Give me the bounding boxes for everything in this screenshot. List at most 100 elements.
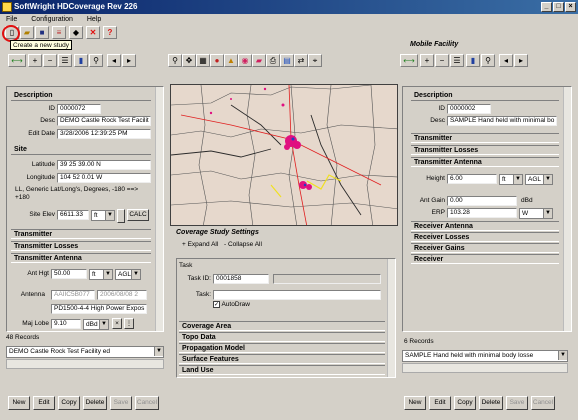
study-settings-scrollbar[interactable] <box>387 259 395 377</box>
mobile-find-icon[interactable]: ⚲ <box>481 54 495 67</box>
desc-field[interactable]: DEMO Castle Rock Test Facilit <box>57 116 151 126</box>
left-record-select[interactable]: DEMO Castle Rock Test Facility ed ▼ <box>6 346 164 358</box>
mobile-remove-icon[interactable]: − <box>435 54 449 67</box>
transmitter-antenna-header[interactable]: Transmitter Antenna <box>11 253 151 263</box>
right-new-button[interactable]: New <box>404 396 426 410</box>
ant-gain-field[interactable]: 0.00 <box>447 196 517 206</box>
facility-icon[interactable]: ⟷ <box>8 54 26 67</box>
right-transmitter-header[interactable]: Transmitter <box>411 133 559 143</box>
task-field[interactable] <box>213 290 381 300</box>
maj-lobe-x-button[interactable]: × <box>112 318 122 329</box>
left-description-header[interactable]: Description <box>11 91 151 101</box>
latitude-field[interactable]: 39 25 39.00 N <box>57 160 151 170</box>
ant-hgt-ref-select[interactable]: AGL ▼ <box>115 269 141 280</box>
mobile-list-icon[interactable]: ☰ <box>450 54 464 67</box>
height-ref-select[interactable]: AGL ▼ <box>525 174 553 185</box>
terrain-icon[interactable]: ▲ <box>224 54 238 67</box>
export-icon[interactable]: ◆ <box>69 26 83 39</box>
topo-data-header[interactable]: Topo Data <box>179 332 385 342</box>
maj-lobe-unit-select[interactable]: dBd ▼ <box>83 319 109 330</box>
right-description-header[interactable]: Description <box>411 91 559 101</box>
mobile-next-icon[interactable]: ▸ <box>514 54 528 67</box>
right-desc-field[interactable]: SAMPLE Hand held with minimal bo <box>447 116 557 126</box>
right-copy-button[interactable]: Copy <box>454 396 476 410</box>
minimize-button[interactable]: _ <box>541 2 552 12</box>
task-id-field[interactable]: 0001858 <box>213 274 269 284</box>
edit-icon[interactable]: ≡ <box>52 26 66 39</box>
layers-icon[interactable]: ▦ <box>196 54 210 67</box>
receiver-losses-header[interactable]: Receiver Losses <box>411 232 559 242</box>
site-header[interactable]: Site <box>11 145 151 155</box>
close-button[interactable]: × <box>565 2 576 12</box>
left-scrollbar[interactable] <box>155 87 163 331</box>
remove-icon[interactable]: − <box>43 54 57 67</box>
help-icon[interactable]: ? <box>103 26 117 39</box>
site-elev-field[interactable]: 6611.33 <box>57 210 89 220</box>
mobile-add-icon[interactable]: + <box>420 54 434 67</box>
menu-file[interactable]: File <box>6 16 17 23</box>
erp-field[interactable]: 103.28 <box>447 208 517 218</box>
right-scrollbar[interactable] <box>563 87 571 331</box>
elev-small-button[interactable] <box>117 209 125 223</box>
receiver-antenna-header[interactable]: Receiver Antenna <box>411 221 559 231</box>
transmitter-losses-header[interactable]: Transmitter Losses <box>11 241 151 251</box>
height-unit-select[interactable]: ft ▼ <box>499 174 523 185</box>
coverage-area-header[interactable]: Coverage Area <box>179 321 385 331</box>
maximize-button[interactable]: □ <box>553 2 564 12</box>
erp-unit-select[interactable]: W ▼ <box>519 208 553 219</box>
height-field[interactable]: 6.00 <box>447 174 497 184</box>
right-cancel-button[interactable]: Cancel <box>531 396 555 410</box>
find-icon[interactable]: ⚲ <box>89 54 103 67</box>
prev-record-icon[interactable]: ◂ <box>107 54 121 67</box>
delete-icon[interactable]: ✕ <box>86 26 100 39</box>
measure-icon[interactable]: ⇄ <box>294 54 308 67</box>
mobile-facility-icon[interactable]: ⟷ <box>400 54 418 67</box>
left-delete-button[interactable]: Delete <box>83 396 107 410</box>
autodraw-checkbox[interactable]: ✓ AutoDraw <box>213 301 250 308</box>
receiver-header[interactable]: Receiver <box>411 254 559 264</box>
left-horizontal-scrollbar[interactable] <box>6 359 164 369</box>
save-icon[interactable]: ■ <box>35 26 49 39</box>
plot-icon[interactable]: ▰ <box>252 54 266 67</box>
print-icon[interactable]: ⎙ <box>266 54 280 67</box>
ant-hgt-unit-select[interactable]: ft ▼ <box>89 269 113 280</box>
menu-configuration[interactable]: Configuration <box>31 16 73 23</box>
zoom-icon[interactable]: ⚲ <box>168 54 182 67</box>
receiver-gains-header[interactable]: Receiver Gains <box>411 243 559 253</box>
left-edit-button[interactable]: Edit <box>33 396 55 410</box>
menu-help[interactable]: Help <box>87 16 101 23</box>
right-delete-button[interactable]: Delete <box>479 396 503 410</box>
next-record-icon[interactable]: ▸ <box>122 54 136 67</box>
antenna-code-field[interactable]: AAIIC5B077 <box>51 290 95 300</box>
right-id-field[interactable]: 0000002 <box>447 104 491 114</box>
mobile-import-icon[interactable]: ▮ <box>466 54 480 67</box>
transmitter-header[interactable]: Transmitter <box>11 229 151 239</box>
maj-lobe-opt-button[interactable]: ⋮ <box>124 318 134 329</box>
collapse-all-button[interactable]: - Collapse All <box>224 241 262 248</box>
mobile-prev-icon[interactable]: ◂ <box>499 54 513 67</box>
coverage-icon[interactable]: ● <box>210 54 224 67</box>
land-use-header[interactable]: Land Use <box>179 365 385 375</box>
left-cancel-button[interactable]: Cancel <box>135 396 159 410</box>
pan-icon[interactable]: ✥ <box>182 54 196 67</box>
left-copy-button[interactable]: Copy <box>58 396 80 410</box>
id-field[interactable]: 0000072 <box>57 104 101 114</box>
site-elev-unit-select[interactable]: ft ▼ <box>91 210 115 221</box>
right-edit-button[interactable]: Edit <box>429 396 451 410</box>
right-record-select[interactable]: SAMPLE Hand held with minimal body losse… <box>402 350 568 362</box>
calc-button[interactable]: CALC <box>127 209 149 221</box>
legend-icon[interactable]: ▤ <box>280 54 294 67</box>
coverage-map[interactable] <box>170 84 398 226</box>
antenna-date-field[interactable]: 2006/08/08 2 <box>97 290 147 300</box>
surface-features-header[interactable]: Surface Features <box>179 354 385 364</box>
contour-icon[interactable]: ◉ <box>238 54 252 67</box>
ant-hgt-field[interactable]: 50.00 <box>51 269 87 279</box>
list-icon[interactable]: ☰ <box>58 54 72 67</box>
open-folder-icon[interactable]: ▰ <box>20 26 34 39</box>
left-new-button[interactable]: New <box>8 396 30 410</box>
right-horizontal-scrollbar[interactable] <box>402 363 568 373</box>
propagation-model-header[interactable]: Propagation Model <box>179 343 385 353</box>
longitude-field[interactable]: 104 52 0.01 W <box>57 173 151 183</box>
left-save-button[interactable]: Save <box>110 396 132 410</box>
add-icon[interactable]: + <box>28 54 42 67</box>
